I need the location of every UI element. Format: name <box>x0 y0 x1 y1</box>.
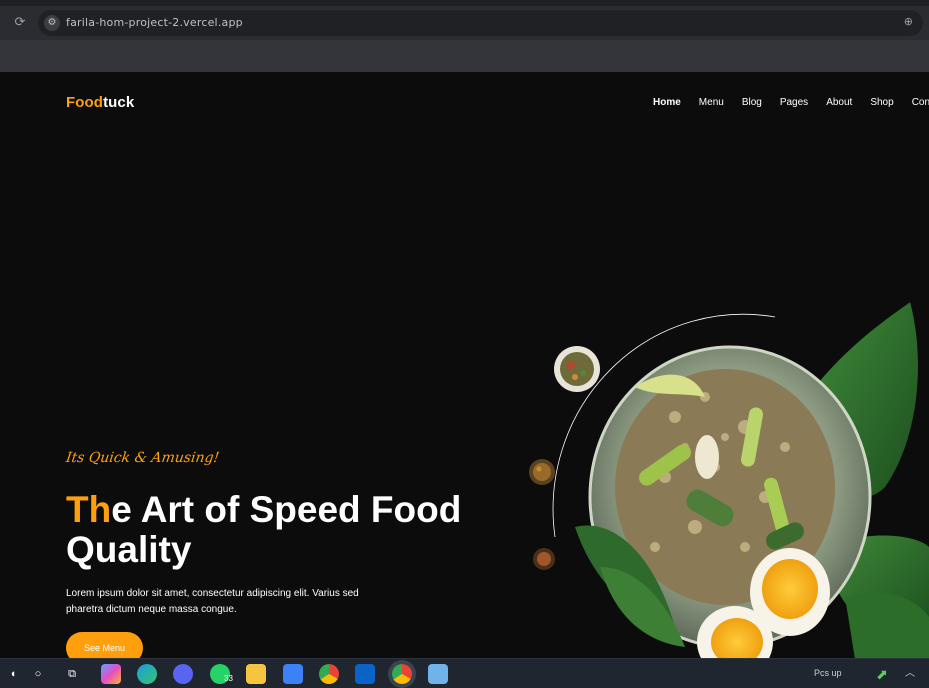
orbit-dish-middle[interactable] <box>529 459 555 485</box>
bookmarks-bar <box>0 40 929 72</box>
chevron-up-icon[interactable]: ︿ <box>900 664 920 684</box>
chart-up-icon[interactable]: ⬈ <box>872 664 892 684</box>
hero-description: Lorem ipsum dolor sit amet, consectetur … <box>66 588 359 615</box>
chrome-active-icon[interactable] <box>392 664 412 684</box>
discord-icon[interactable] <box>173 664 193 684</box>
browser-chrome: ⟳ ⚙ farila-hom-project-2.vercel.app ⊕ <box>0 0 929 72</box>
outlook-icon[interactable] <box>355 664 375 684</box>
boiled-egg <box>695 435 719 479</box>
logo-accent: Food <box>66 94 104 111</box>
chrome-icon[interactable] <box>319 664 339 684</box>
site-info-icon[interactable]: ⚙ <box>44 15 60 31</box>
nav-home[interactable]: Home <box>653 97 681 108</box>
orbit-dish-bottom[interactable] <box>533 548 555 570</box>
whatsapp-badge: 33 <box>224 674 233 683</box>
file-explorer-icon[interactable] <box>246 664 266 684</box>
hero-headline: The Art of Speed Food Quality <box>66 490 486 570</box>
copilot-icon[interactable] <box>101 664 121 684</box>
main-nav: Home Menu Blog Pages About Shop Contact <box>653 97 929 108</box>
tab-strip <box>0 0 929 6</box>
hero-script-tagline: Its Quick & Amusing! <box>64 450 221 466</box>
nav-contact[interactable]: Contact <box>912 97 929 108</box>
edge-icon[interactable] <box>137 664 157 684</box>
notepad-icon[interactable] <box>428 664 448 684</box>
web-page: Foodtuck Home Menu Blog Pages About Shop… <box>0 72 929 658</box>
address-bar[interactable]: ⚙ farila-hom-project-2.vercel.app ⊕ <box>38 10 923 36</box>
nav-shop[interactable]: Shop <box>870 97 893 108</box>
site-logo[interactable]: Foodtuck <box>66 94 134 111</box>
url-text[interactable]: farila-hom-project-2.vercel.app <box>66 16 243 29</box>
search-icon[interactable]: ○ <box>28 664 48 684</box>
hero-food-image <box>529 302 929 658</box>
task-view-icon[interactable]: ⧉ <box>62 664 82 684</box>
logo-rest: tuck <box>103 94 135 111</box>
zoom-icon[interactable]: ⊕ <box>904 15 913 28</box>
nav-about[interactable]: About <box>826 97 852 108</box>
nav-blog[interactable]: Blog <box>742 97 762 108</box>
windows-taskbar: ◖ ○ ⧉ 33 Pcs up ⬈ ︿ <box>0 658 929 688</box>
nav-menu[interactable]: Menu <box>699 97 724 108</box>
headline-line2: Quality <box>66 529 192 570</box>
orbit-dish-top[interactable] <box>554 346 600 392</box>
headline-line1-rest: e Art of Speed Food <box>111 489 462 530</box>
weather-label[interactable]: Pcs up <box>814 668 842 678</box>
nav-pages[interactable]: Pages <box>780 97 808 108</box>
start-icon[interactable]: ◖ <box>6 664 20 684</box>
store-icon[interactable] <box>283 664 303 684</box>
see-menu-button[interactable]: See Menu <box>66 632 143 658</box>
reload-icon[interactable]: ⟳ <box>12 14 28 30</box>
headline-accent: Th <box>66 489 112 530</box>
